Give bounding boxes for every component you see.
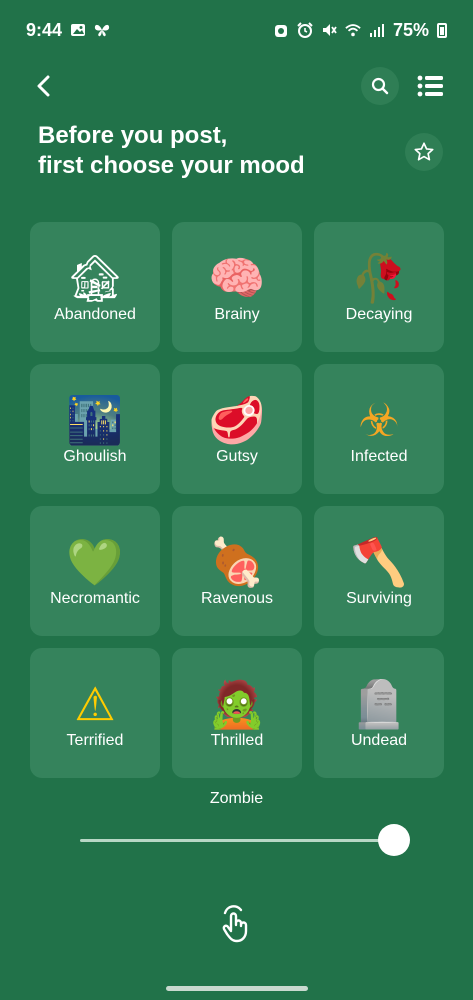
mood-label: Decaying	[345, 306, 413, 323]
zombie-icon: 🧟	[208, 677, 266, 731]
status-right: 75%	[273, 20, 447, 41]
home-indicator[interactable]	[166, 986, 308, 991]
meat-on-bone-icon: 🍖	[208, 535, 266, 589]
signal-icon	[369, 22, 385, 38]
list-menu-icon	[417, 75, 443, 97]
mood-label: Thrilled	[210, 732, 264, 749]
battery-percent: 75%	[392, 19, 429, 40]
page-title-line-1: Before you post,	[38, 122, 228, 149]
mood-label: Ghoulish	[63, 448, 127, 465]
page-title: Before you post, first choose your mood	[38, 121, 368, 181]
butterfly-icon	[94, 22, 110, 38]
gallery-icon	[70, 22, 86, 38]
top-nav	[0, 64, 473, 108]
theme-slider-label: Zombie	[209, 790, 264, 807]
search-icon	[371, 77, 389, 95]
mood-label: Gutsy	[216, 448, 258, 465]
cleaner-icon	[273, 22, 289, 38]
slider-thumb[interactable]	[378, 824, 410, 856]
back-button[interactable]	[28, 68, 60, 104]
mood-tile-surviving[interactable]: 🪓 Surviving	[314, 506, 444, 636]
warning-icon: ⚠	[74, 677, 116, 731]
mood-grid: 🏚 Abandoned 🧠 Brainy 🥀 Decaying 🌃 Ghouli…	[30, 222, 444, 778]
green-heart-icon: 💚	[66, 535, 124, 589]
mood-label: Necromantic	[50, 590, 140, 607]
mood-label: Brainy	[214, 306, 260, 323]
mood-tile-undead[interactable]: 🪦 Undead	[314, 648, 444, 778]
status-time: 9:44	[26, 19, 63, 40]
mood-tile-ghoulish[interactable]: 🌃 Ghoulish	[30, 364, 160, 494]
mood-label: Undead	[350, 732, 408, 749]
mood-tile-thrilled[interactable]: 🧟 Thrilled	[172, 648, 302, 778]
battery-icon	[437, 22, 447, 38]
theme-slider[interactable]	[80, 824, 410, 858]
mute-icon	[321, 22, 337, 38]
wilted-rose-icon: 🥀	[350, 251, 408, 305]
abandoned-house-icon: 🏚	[65, 251, 125, 305]
menu-button[interactable]	[414, 70, 446, 102]
mood-tile-infected[interactable]: ☣ Infected	[314, 364, 444, 494]
favorite-button[interactable]	[405, 133, 443, 171]
page-title-line-2: first choose your mood	[38, 152, 305, 179]
status-left: 9:44	[26, 20, 110, 41]
headstone-icon: 🪦	[350, 677, 408, 731]
mood-tile-ravenous[interactable]: 🍖 Ravenous	[172, 506, 302, 636]
night-city-icon: 🌃	[66, 393, 124, 447]
mood-label: Infected	[350, 448, 408, 465]
chevron-left-icon	[37, 75, 50, 97]
mood-label: Abandoned	[54, 306, 136, 323]
axe-icon: 🪓	[350, 535, 408, 589]
raw-meat-icon: 🥩	[208, 393, 266, 447]
search-button[interactable]	[361, 67, 399, 105]
status-bar: 9:44 75%	[0, 0, 473, 60]
gesture-button[interactable]	[214, 900, 258, 948]
hand-tap-icon	[222, 905, 248, 943]
mood-tile-necromantic[interactable]: 💚 Necromantic	[30, 506, 160, 636]
mood-tile-gutsy[interactable]: 🥩 Gutsy	[172, 364, 302, 494]
mood-tile-decaying[interactable]: 🥀 Decaying	[314, 222, 444, 352]
mood-label: Surviving	[346, 590, 412, 607]
slider-track	[80, 839, 394, 842]
star-outline-icon	[414, 142, 434, 161]
mood-tile-terrified[interactable]: ⚠ Terrified	[30, 648, 160, 778]
mood-label: Terrified	[66, 732, 124, 749]
wifi-icon	[345, 22, 361, 38]
alarm-icon	[297, 22, 313, 38]
brain-icon: 🧠	[208, 251, 266, 305]
mood-label: Ravenous	[200, 590, 274, 607]
mood-tile-brainy[interactable]: 🧠 Brainy	[172, 222, 302, 352]
biohazard-icon: ☣	[358, 393, 400, 447]
mood-tile-abandoned[interactable]: 🏚 Abandoned	[30, 222, 160, 352]
